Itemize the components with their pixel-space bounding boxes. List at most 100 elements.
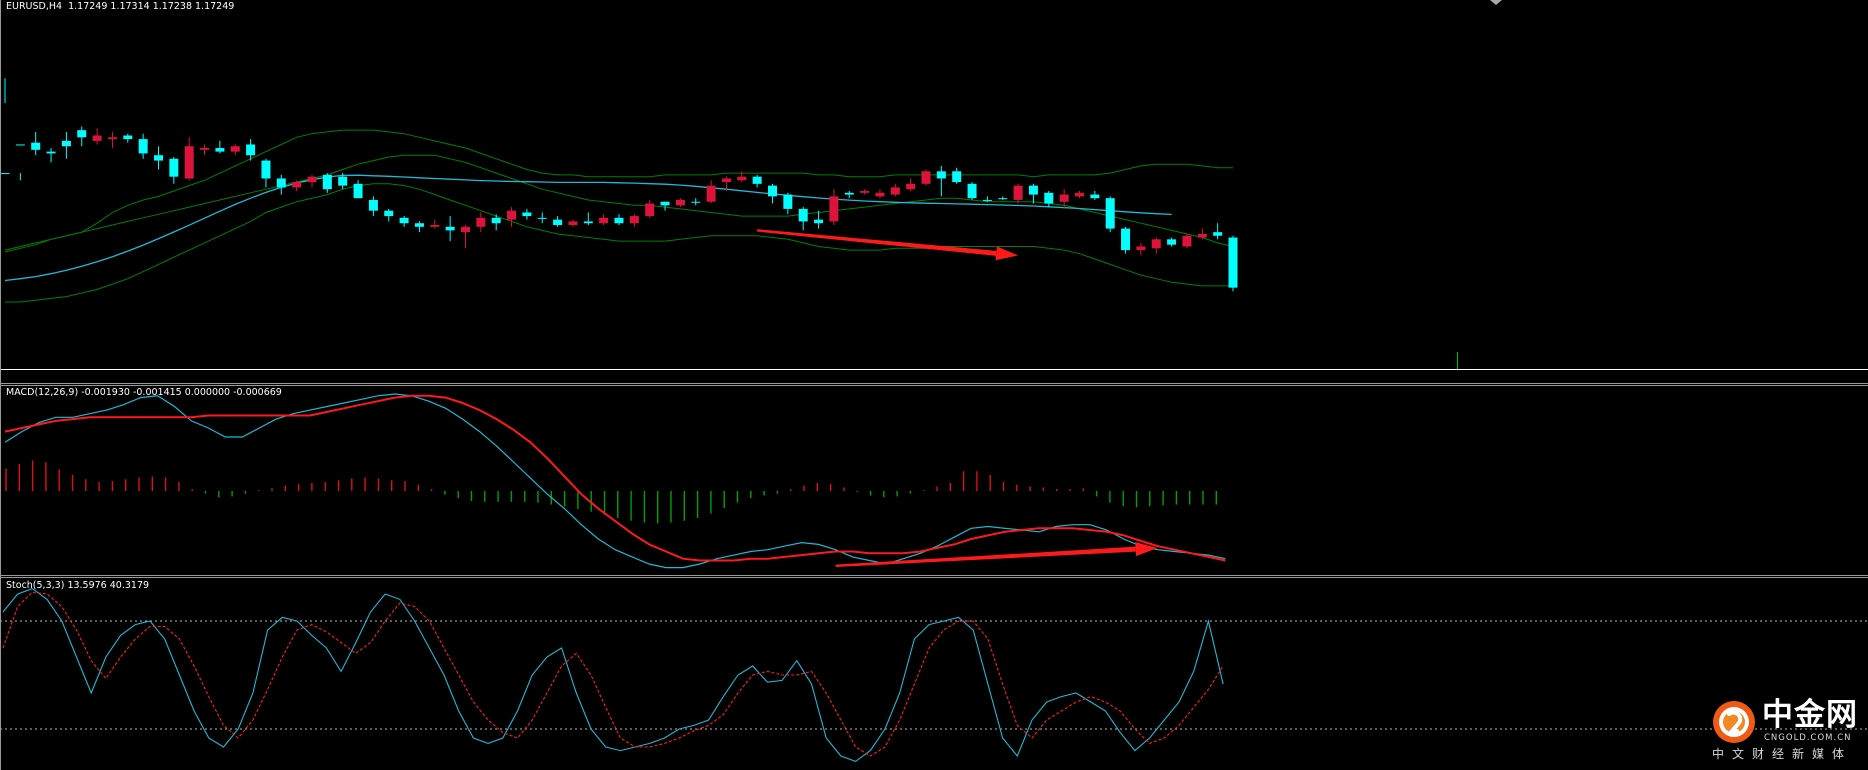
candle-body — [338, 176, 348, 186]
candle-body — [952, 171, 962, 183]
macd-readout: -0.001930 -0.001415 0.000000 -0.000669 — [81, 387, 282, 398]
candle-body — [1197, 233, 1207, 238]
candle-body — [875, 192, 885, 197]
candle-body — [184, 146, 194, 179]
candle-body — [1228, 237, 1238, 288]
candle-body — [1213, 232, 1223, 236]
chart-canvas — [0, 0, 1868, 770]
candle-body — [768, 185, 777, 197]
candle-body — [783, 194, 793, 209]
candle-body — [599, 217, 609, 224]
candle-body — [921, 171, 931, 184]
candle — [1228, 235, 1238, 292]
candle-body — [737, 176, 747, 181]
candle-body — [169, 158, 179, 177]
candle-body — [629, 216, 639, 224]
candle-body — [1028, 185, 1038, 195]
watermark-title: 中金网 — [1762, 697, 1858, 733]
candle-body — [890, 187, 900, 195]
candle-body — [430, 225, 440, 227]
candle-body — [906, 183, 916, 190]
candle-body — [276, 178, 286, 188]
candle-body — [645, 203, 655, 217]
candle-body — [982, 199, 992, 201]
candle-body — [246, 144, 256, 156]
candle-body — [107, 137, 117, 140]
candle-body — [522, 212, 532, 217]
macd-title: MACD(12,26,9) — [6, 387, 79, 398]
candle-body — [1090, 194, 1100, 199]
candle-body — [384, 210, 394, 217]
stochastic-readout: 13.5976 40.3179 — [67, 580, 150, 591]
watermark: 中金网 CNGOLD.COM.CN 中文财经新媒体 — [1712, 696, 1862, 762]
candle-body — [507, 210, 517, 220]
candle-body — [77, 130, 87, 138]
candle-body — [798, 208, 808, 222]
candle-body — [752, 176, 762, 184]
candle-body — [721, 178, 731, 183]
candle-body — [491, 217, 501, 224]
candle-body — [31, 142, 41, 150]
candle — [921, 169, 931, 186]
candle — [1105, 196, 1115, 233]
candle-body — [1151, 239, 1161, 249]
candle-body — [706, 185, 716, 202]
candle-body — [292, 182, 302, 188]
candle-body — [154, 155, 163, 161]
candle-body — [829, 196, 839, 222]
candle-body — [936, 171, 946, 179]
candle-body — [230, 146, 240, 152]
candle-body — [368, 199, 378, 211]
candle-body — [445, 226, 455, 231]
stochastic-header: Stoch(5,3,3) 13.5976 40.3179 — [6, 580, 149, 592]
symbol-header: EURUSD,H4 1.17249 1.17314 1.17238 1.1724… — [6, 1, 235, 12]
candle-body — [200, 148, 210, 150]
candle-body — [46, 151, 56, 154]
candle-body — [691, 201, 701, 203]
candle-body — [844, 192, 854, 195]
candle-body — [138, 139, 148, 154]
candle — [1121, 226, 1131, 254]
candle-body — [1059, 194, 1069, 202]
candle-body — [399, 217, 409, 224]
candle-body — [353, 183, 363, 199]
candle-body — [860, 191, 870, 193]
candle-body — [614, 217, 624, 224]
candle-body — [261, 160, 271, 179]
candle-body — [1136, 246, 1146, 251]
candle-body — [414, 223, 424, 227]
candle-body — [537, 217, 547, 219]
candle-body — [322, 174, 332, 190]
candle-body — [675, 199, 685, 206]
candle-body — [1105, 198, 1115, 229]
candle-body — [583, 221, 593, 224]
candle-body — [307, 176, 317, 183]
candle-body — [461, 226, 470, 233]
candle-body — [967, 183, 977, 199]
watermark-subtitle: 中文财经新媒体 — [1712, 747, 1853, 761]
stochastic-title: Stoch(5,3,3) — [6, 580, 65, 591]
candle-body — [1121, 228, 1131, 251]
candle-body — [92, 135, 102, 141]
candle-body — [1075, 192, 1084, 197]
candle-body — [61, 140, 71, 147]
cngold-logo-icon — [1713, 701, 1755, 743]
candle-body — [1167, 239, 1177, 245]
candle-body — [476, 217, 486, 227]
candle-body — [998, 198, 1008, 200]
macd-header: MACD(12,26,9) -0.001930 -0.001415 0.0000… — [6, 387, 282, 399]
candle-body — [814, 219, 824, 224]
candle-body — [1013, 185, 1023, 200]
candle-body — [123, 135, 133, 140]
candle-body — [660, 201, 670, 206]
watermark-domain: CNGOLD.COM.CN — [1764, 733, 1852, 743]
candle-body — [0, 173, 10, 175]
candle-body — [1044, 192, 1054, 204]
candle-body — [568, 221, 578, 226]
candle — [967, 182, 977, 200]
candle-body — [215, 148, 225, 152]
candle — [1182, 233, 1192, 249]
candle-body — [1182, 235, 1192, 247]
candle-body — [15, 144, 25, 146]
candle-body — [553, 219, 563, 226]
